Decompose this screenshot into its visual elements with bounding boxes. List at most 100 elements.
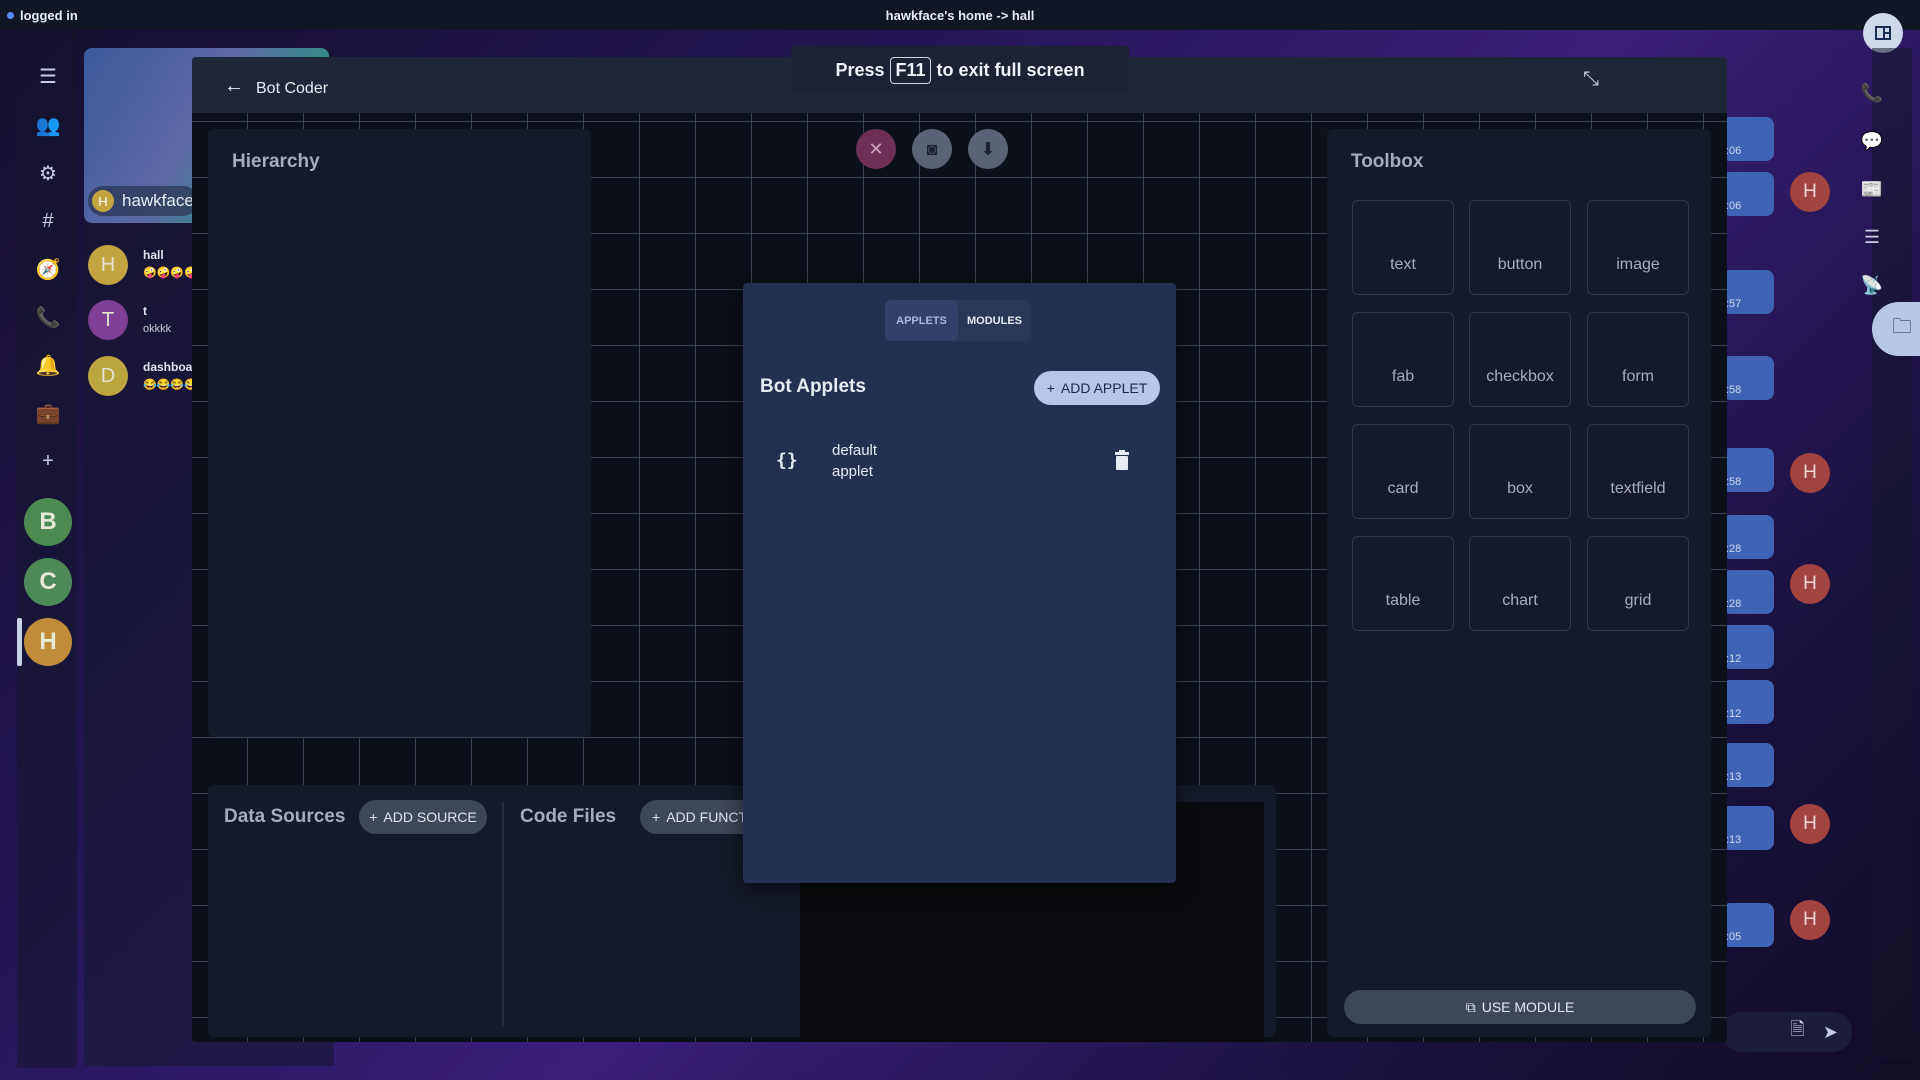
modal-title: Bot Applets bbox=[760, 376, 866, 397]
add-applet-label: ADD APPLET bbox=[1060, 380, 1148, 396]
chat-icon[interactable]: 💬 bbox=[1855, 124, 1889, 158]
send-icon[interactable]: ➤ bbox=[1823, 1022, 1838, 1043]
close-icon: ✕ bbox=[868, 138, 884, 159]
close-button[interactable]: ✕ bbox=[856, 129, 896, 169]
preview-icon: ◙ bbox=[926, 138, 938, 159]
tool-card[interactable]: card bbox=[1352, 424, 1454, 519]
attach-file-icon[interactable]: 🗎 bbox=[1790, 1017, 1804, 1047]
channel-last-message: okkkk bbox=[143, 323, 172, 335]
tool-checkbox[interactable]: checkbox bbox=[1469, 312, 1571, 407]
tool-textfield[interactable]: textfield bbox=[1587, 424, 1689, 519]
channel-avatar[interactable]: D bbox=[88, 356, 128, 396]
space-avatar-h[interactable]: H bbox=[24, 618, 72, 666]
channel-last-message: 😂😂😂😂 bbox=[143, 379, 198, 391]
folder-tab-button[interactable]: 🗀 bbox=[1872, 302, 1920, 356]
channel-avatar[interactable]: H bbox=[88, 245, 128, 285]
tool-grid[interactable]: grid bbox=[1587, 536, 1689, 631]
channel-name[interactable]: hall bbox=[143, 248, 164, 262]
hierarchy-panel bbox=[208, 129, 591, 737]
chat-avatar[interactable]: H bbox=[1790, 564, 1830, 604]
channel-name[interactable]: dashboa bbox=[143, 360, 192, 374]
tool-chart[interactable]: chart bbox=[1469, 536, 1571, 631]
toast-prefix: Press bbox=[835, 59, 885, 80]
active-space-indicator bbox=[17, 618, 22, 666]
chat-avatar[interactable]: H bbox=[1790, 172, 1830, 212]
plus-icon: + bbox=[652, 809, 661, 825]
space-avatar-c[interactable]: C bbox=[24, 558, 72, 606]
message-bubble[interactable]: :58 bbox=[1722, 448, 1774, 492]
tool-box[interactable]: box bbox=[1469, 424, 1571, 519]
add-source-button[interactable]: + ADD SOURCE bbox=[359, 800, 487, 834]
window-title: hawkface's home -> hall bbox=[885, 8, 1035, 23]
channel-avatar[interactable]: T bbox=[88, 300, 128, 340]
add-space-icon[interactable]: + bbox=[30, 443, 66, 479]
toast-suffix: to exit full screen bbox=[936, 59, 1085, 80]
tool-fab[interactable]: fab bbox=[1352, 312, 1454, 407]
briefcase-icon[interactable]: 💼 bbox=[30, 395, 66, 431]
phone-icon[interactable]: 📞 bbox=[30, 299, 66, 335]
plus-icon: + bbox=[369, 809, 378, 825]
phone-icon[interactable]: 📞 bbox=[1855, 76, 1889, 110]
compass-icon[interactable]: 🧭 bbox=[30, 251, 66, 287]
channel-last-message: 🤪🤪🤪🤪 bbox=[143, 267, 198, 279]
exit-fullscreen-icon[interactable]: ⤡ bbox=[1583, 68, 1599, 91]
chat-composer[interactable]: 🗎 ➤ bbox=[1722, 1012, 1852, 1052]
applet-name-line1: default bbox=[832, 442, 878, 459]
download-icon: ⬇ bbox=[980, 138, 996, 159]
bell-icon[interactable]: 🔔 bbox=[30, 347, 66, 383]
preview-button[interactable]: ◙ bbox=[912, 129, 952, 169]
hashtag-icon[interactable]: # bbox=[30, 203, 66, 239]
space-avatar-b[interactable]: B bbox=[24, 498, 72, 546]
tool-text[interactable]: text bbox=[1352, 200, 1454, 295]
message-bubble[interactable]: :28 bbox=[1722, 570, 1774, 614]
message-bubble[interactable]: :12 bbox=[1722, 680, 1774, 724]
menu-icon[interactable]: ☰ bbox=[30, 58, 66, 94]
layout-icon bbox=[1875, 26, 1891, 40]
applet-item[interactable]: default applet bbox=[832, 440, 912, 482]
add-function-label: ADD FUNCT bbox=[666, 809, 748, 825]
space-name: hawkface bbox=[122, 191, 194, 210]
message-bubble[interactable]: :28 bbox=[1722, 515, 1774, 559]
applet-name-line2: applet bbox=[832, 463, 873, 480]
message-bubble[interactable]: :12 bbox=[1722, 625, 1774, 669]
folder-icon: 🗀 bbox=[1892, 316, 1912, 338]
data-sources-title: Data Sources bbox=[224, 806, 346, 827]
add-function-button[interactable]: + ADD FUNCT bbox=[640, 800, 750, 834]
message-bubble[interactable]: :13 bbox=[1722, 806, 1774, 850]
tool-form[interactable]: form bbox=[1587, 312, 1689, 407]
message-bubble[interactable]: :06 bbox=[1722, 117, 1774, 161]
tool-button[interactable]: button bbox=[1469, 200, 1571, 295]
rss-icon[interactable]: 📡 bbox=[1855, 268, 1889, 302]
chat-avatar[interactable]: H bbox=[1790, 453, 1830, 493]
tool-table[interactable]: table bbox=[1352, 536, 1454, 631]
message-bubble[interactable]: :05 bbox=[1722, 903, 1774, 947]
plus-icon: + bbox=[1046, 380, 1055, 396]
code-braces-icon: {} bbox=[776, 450, 798, 471]
layout-toggle-button[interactable] bbox=[1863, 13, 1903, 53]
panel-divider bbox=[502, 802, 504, 1027]
delete-applet-button[interactable] bbox=[1114, 450, 1130, 475]
gear-icon[interactable]: ⚙ bbox=[30, 155, 66, 191]
message-bubble[interactable]: :57 bbox=[1722, 270, 1774, 314]
code-files-title: Code Files bbox=[520, 806, 617, 827]
tab-modules[interactable]: MODULES bbox=[958, 300, 1031, 341]
space-name-chip[interactable]: H hawkface bbox=[88, 186, 198, 216]
message-bubble[interactable]: :06 bbox=[1722, 172, 1774, 216]
list-icon[interactable]: ☰ bbox=[1855, 220, 1889, 254]
back-arrow-icon[interactable]: ← bbox=[224, 75, 244, 98]
people-icon[interactable]: 👥 bbox=[30, 107, 66, 143]
trash-icon bbox=[1115, 450, 1129, 470]
tool-image[interactable]: image bbox=[1587, 200, 1689, 295]
tab-applets[interactable]: APPLETS bbox=[885, 300, 958, 341]
message-bubble[interactable]: :58 bbox=[1722, 356, 1774, 400]
channel-name[interactable]: t bbox=[143, 304, 147, 318]
use-module-button[interactable]: ⧉ USE MODULE bbox=[1344, 990, 1696, 1024]
news-icon[interactable]: 📰 bbox=[1855, 172, 1889, 206]
chat-avatar[interactable]: H bbox=[1790, 804, 1830, 844]
add-applet-button[interactable]: + ADD APPLET bbox=[1034, 371, 1160, 405]
save-button[interactable]: ⬇ bbox=[968, 129, 1008, 169]
space-avatar: H bbox=[92, 190, 114, 212]
chat-avatar[interactable]: H bbox=[1790, 900, 1830, 940]
add-source-label: ADD SOURCE bbox=[383, 809, 477, 825]
message-bubble[interactable]: :13 bbox=[1722, 743, 1774, 787]
